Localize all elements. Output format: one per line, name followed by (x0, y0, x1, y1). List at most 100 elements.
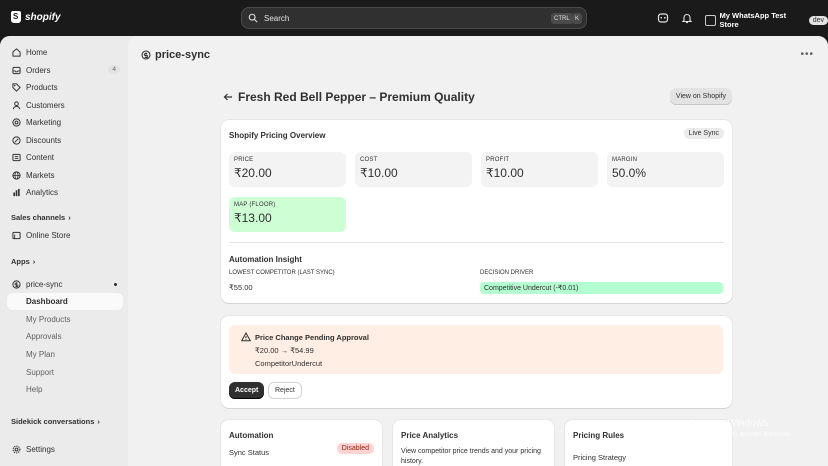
approval-card: Price Change Pending Approval ₹20.00 → ₹… (221, 316, 732, 408)
sidebar-subitem-approvals[interactable]: Approvals (7, 328, 123, 345)
tag-icon (12, 83, 21, 92)
page-header: Fresh Red Bell Pepper – Premium Quality … (222, 87, 732, 107)
search-bar[interactable]: Search CTRL K (241, 7, 587, 29)
chevron-right-icon: › (97, 417, 100, 426)
shortcut-ctrl: CTRL (551, 13, 573, 24)
dev-badge: dev (808, 15, 828, 25)
change-reason: CompetitorUndercut (255, 359, 323, 368)
decision-driver-pill: Competitive Undercut (-₹0.01) (480, 282, 723, 294)
pin-dot (114, 283, 117, 286)
analytics-description: View competitor price trends and your pr… (401, 448, 541, 465)
warning-icon (241, 332, 251, 342)
sidebar-item-label: Home (26, 48, 48, 57)
sidebar-item-label: Online Store (26, 231, 71, 240)
sidebar-item-label: Orders (26, 66, 51, 75)
apps-header[interactable]: Apps › (11, 257, 35, 266)
metric-profit: PROFIT ₹10.00 (481, 152, 598, 187)
metric-label: MARGIN (612, 157, 638, 163)
metric-price: PRICE ₹20.00 (229, 152, 346, 187)
orders-count-badge: 4 (108, 65, 120, 74)
insight-title: Automation Insight (229, 255, 302, 264)
approval-title: Price Change Pending Approval (255, 333, 369, 342)
sidebar: Home Orders 4 Products Customers Marketi… (0, 36, 128, 466)
metric-label: PRICE (234, 157, 254, 163)
metric-margin: MARGIN 50.0% (607, 152, 724, 187)
sidebar-item-orders[interactable]: Orders 4 (7, 62, 123, 79)
reject-button[interactable]: Reject (268, 382, 302, 399)
sidebar-item-label: Settings (26, 445, 55, 454)
app-header: price-sync ••• (128, 36, 828, 74)
metric-cost: COST ₹10.00 (355, 152, 472, 187)
metric-value: ₹20.00 (234, 166, 272, 180)
sidebar-item-markets[interactable]: Markets (7, 167, 123, 184)
app-title: price-sync (141, 49, 210, 61)
price-change: ₹20.00 → ₹54.99 (255, 346, 314, 355)
store-name: My WhatsApp Test Store (719, 11, 787, 29)
chart-icon (13, 188, 20, 197)
sales-channels-label: Sales channels (11, 213, 66, 222)
orders-icon (12, 66, 21, 75)
chevron-right-icon: › (32, 257, 36, 266)
sidebar-item-label: Analytics (26, 188, 59, 197)
activate-windows-subtitle: Go to Settings to activate Windows. (689, 431, 792, 438)
app-title-text: price-sync (155, 49, 211, 61)
discount-icon (12, 136, 21, 145)
store-avatar (705, 14, 716, 26)
sidebar-subitem-help[interactable]: Help (7, 381, 123, 398)
admin-frame: Home Orders 4 Products Customers Marketi… (0, 36, 828, 466)
sidebar-subitem-my-plan[interactable]: My Plan (7, 346, 123, 363)
sidebar-subitem-my-products[interactable]: My Products (7, 311, 123, 328)
sidebar-item-marketing[interactable]: Marketing (7, 114, 123, 131)
lowest-competitor-value: ₹55.00 (229, 283, 253, 292)
sidebar-item-discounts[interactable]: Discounts (7, 132, 123, 149)
more-actions-icon[interactable]: ••• (800, 49, 814, 60)
sidebar-subitem-dashboard[interactable]: Dashboard (7, 293, 123, 310)
store-switcher[interactable]: My WhatsApp Test Store dev (705, 11, 828, 29)
store-icon (12, 231, 21, 240)
metric-map-floor: MAP (FLOOR) ₹13.00 (229, 197, 346, 232)
sales-channels-header[interactable]: Sales channels › (11, 213, 71, 222)
sidebar-item-label: price-sync (26, 280, 63, 289)
card-title: Price Analytics (401, 431, 459, 440)
lowest-competitor-label: LOWEST COMPETITOR (LAST SYNC) (229, 270, 335, 276)
card-title: Automation (229, 431, 274, 440)
sidebar-item-label: Marketing (26, 118, 62, 127)
pricing-overview-card: Shopify Pricing Overview Live Sync PRICE… (221, 120, 732, 303)
pricing-strategy-label: Pricing Strategy (573, 453, 626, 462)
search-placeholder: Search (264, 13, 290, 23)
sidebar-item-label: Products (26, 83, 58, 92)
sidebar-item-online-store[interactable]: Online Store (7, 227, 123, 244)
bell-icon[interactable] (681, 12, 693, 24)
automation-card: Automation Sync Status Disabled (221, 420, 382, 466)
home-icon (12, 48, 21, 57)
sidebar-item-analytics[interactable]: Analytics (7, 184, 123, 201)
metric-value: ₹10.00 (360, 166, 398, 180)
apps-label: Apps (11, 257, 30, 266)
sidebar-item-home[interactable]: Home (7, 44, 123, 61)
shopify-logo[interactable]: shopify (11, 11, 61, 23)
sync-status-badge: Disabled (336, 443, 374, 454)
decision-driver-label: DECISION DRIVER (480, 270, 534, 276)
brand-name: shopify (25, 11, 61, 23)
sidebar-item-customers[interactable]: Customers (7, 97, 123, 114)
sidebar-item-products[interactable]: Products (7, 79, 123, 96)
person-icon (12, 101, 21, 110)
sidekick-icon[interactable] (657, 12, 669, 24)
sidekick-header[interactable]: Sidekick conversations › (11, 417, 100, 426)
activate-windows-title: Activate Windows (689, 418, 768, 429)
sidebar-item-label: Discounts (26, 136, 62, 145)
chevron-right-icon: › (68, 213, 71, 222)
gear-icon (12, 445, 21, 454)
metric-label: MAP (FLOOR) (234, 202, 276, 208)
sidebar-item-price-sync[interactable]: price-sync (7, 276, 123, 293)
sidebar-item-content[interactable]: Content (7, 149, 123, 166)
sidebar-item-label: Markets (26, 171, 55, 180)
sidebar-item-settings[interactable]: Settings (7, 441, 123, 458)
sidebar-subitem-support[interactable]: Support (7, 364, 123, 381)
price-analytics-card[interactable]: Price Analytics View competitor price tr… (393, 420, 554, 466)
view-on-shopify-button[interactable]: View on Shopify (669, 88, 732, 105)
divider (229, 242, 724, 243)
back-arrow-icon[interactable] (222, 91, 234, 103)
metric-value: ₹13.00 (234, 211, 272, 225)
accept-button[interactable]: Accept (229, 382, 265, 399)
